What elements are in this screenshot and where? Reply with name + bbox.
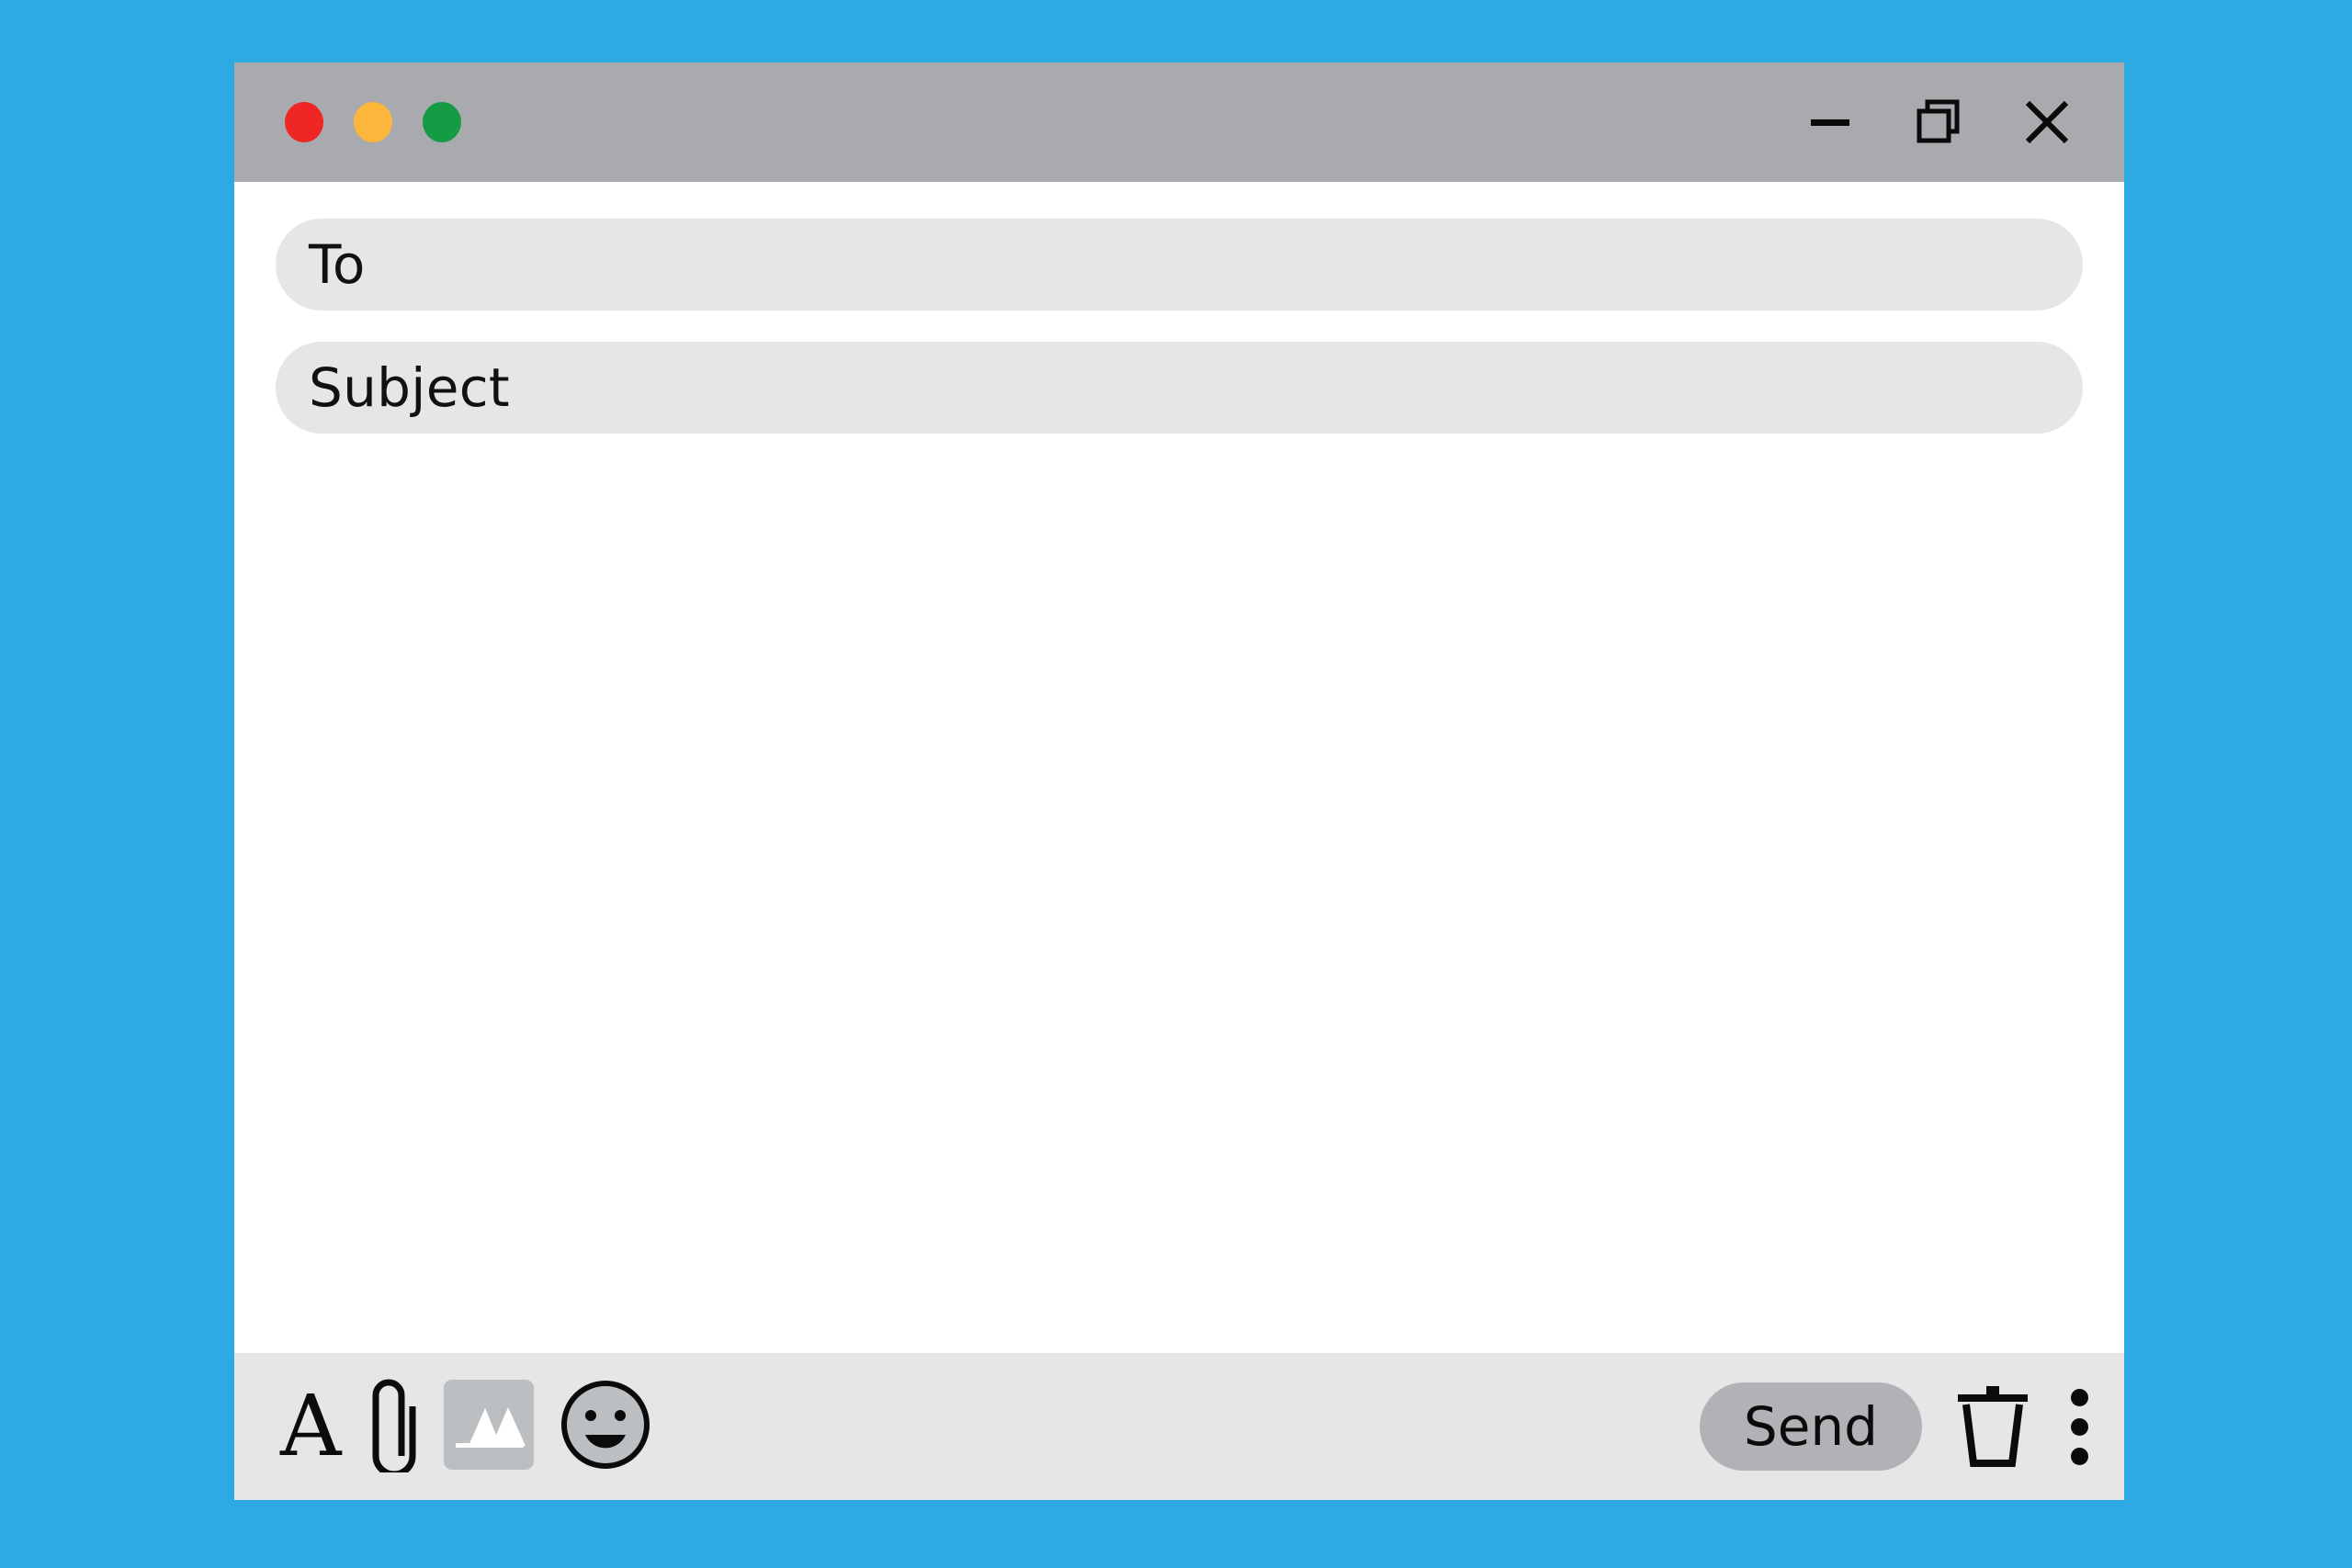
compose-body: To Subject <box>234 182 2124 1353</box>
window-controls <box>1804 96 2124 149</box>
text-format-icon: A <box>280 1376 342 1475</box>
traffic-light-group <box>234 102 461 142</box>
title-bar <box>234 62 2124 182</box>
emoji-button[interactable] <box>558 1377 653 1476</box>
text-format-button[interactable]: A <box>280 1376 342 1475</box>
to-field[interactable]: To <box>276 219 2083 310</box>
more-options-icon-dot-2 <box>2070 1417 2088 1436</box>
compose-toolbar: A Send <box>234 1353 2124 1500</box>
subject-field-label: Subject <box>309 356 510 419</box>
message-body-input[interactable] <box>234 434 2124 1353</box>
send-button[interactable]: Send <box>1699 1382 1922 1471</box>
traffic-light-minimize[interactable] <box>354 102 392 142</box>
more-options-button[interactable] <box>2064 1382 2095 1471</box>
minimize-icon <box>1804 96 1857 149</box>
more-options-icon-dot-1 <box>2070 1388 2088 1406</box>
trash-icon <box>1953 1377 2032 1476</box>
emoji-icon <box>558 1377 653 1476</box>
attachment-button[interactable] <box>365 1377 420 1478</box>
restore-button[interactable] <box>1912 96 1965 149</box>
minimize-button[interactable] <box>1804 96 1857 149</box>
toolbar-right-group: Send <box>1699 1377 2095 1476</box>
image-icon <box>444 1380 535 1473</box>
more-options-icon-dot-3 <box>2070 1447 2088 1465</box>
image-button[interactable] <box>444 1380 535 1473</box>
toolbar-left-group: A <box>280 1376 653 1478</box>
to-field-label: To <box>309 233 366 296</box>
close-icon <box>2018 94 2075 151</box>
close-button[interactable] <box>2020 96 2074 149</box>
traffic-light-maximize[interactable] <box>423 102 461 142</box>
restore-icon <box>1911 95 1966 150</box>
compose-window: To Subject A Send <box>234 62 2124 1500</box>
discard-button[interactable] <box>1953 1377 2032 1476</box>
traffic-light-close[interactable] <box>285 102 323 142</box>
send-button-label: Send <box>1743 1395 1878 1458</box>
attachment-icon <box>365 1377 420 1478</box>
subject-field[interactable]: Subject <box>276 342 2083 434</box>
